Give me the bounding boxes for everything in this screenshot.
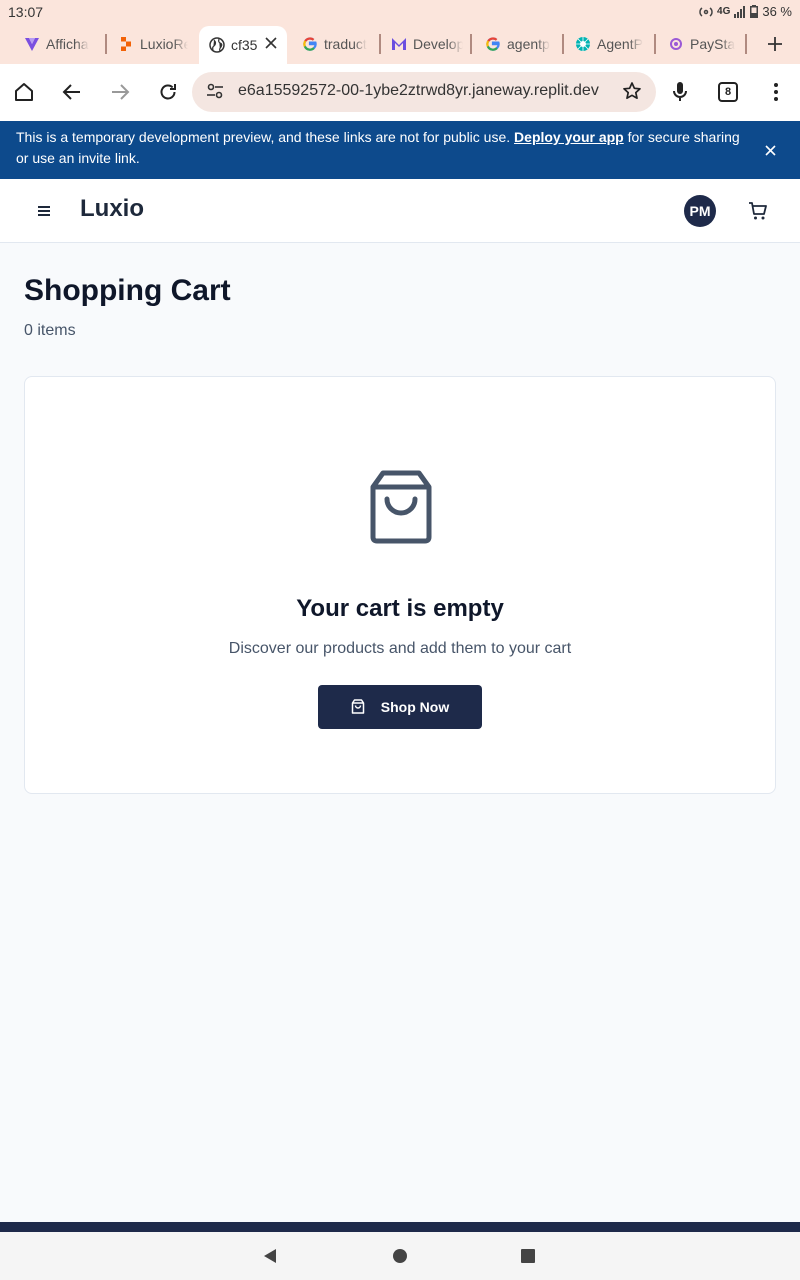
tab-label: Afficha [46, 36, 89, 52]
deploy-app-link[interactable]: Deploy your app [514, 129, 624, 145]
banner-close-button[interactable] [760, 140, 780, 160]
site-footer-edge [0, 1222, 800, 1232]
shopping-bag-icon [351, 699, 365, 714]
vuetify-icon [24, 36, 40, 52]
address-bar[interactable]: e6a15592572-00-1ybe2ztrwd8yr.janeway.rep… [192, 72, 656, 112]
google-icon [302, 36, 318, 52]
agent-icon [575, 36, 591, 52]
system-nav-bar [0, 1232, 800, 1280]
page-title: Shopping Cart [24, 274, 231, 307]
replit-icon [118, 36, 134, 52]
browser-menu-button[interactable] [758, 74, 794, 110]
new-tab-button[interactable] [760, 30, 790, 58]
triangle-back-icon [264, 1249, 276, 1263]
status-time: 13:07 [8, 4, 44, 20]
tab-divider [379, 34, 381, 54]
shopping-bag-icon [365, 467, 437, 547]
shopping-cart-icon [749, 202, 767, 220]
tab-divider [654, 34, 656, 54]
voice-search-button[interactable] [662, 74, 698, 110]
more-vert-icon [774, 83, 778, 101]
reload-button[interactable] [150, 74, 186, 110]
battery-level: 36 % [762, 4, 792, 19]
tab-developer[interactable]: Develop [391, 27, 463, 61]
app-header: Luxio PM [0, 179, 800, 243]
bookmark-star-icon[interactable] [622, 81, 642, 106]
plus-icon [768, 37, 782, 51]
close-tab-icon[interactable] [265, 36, 277, 52]
tab-label: agentp [507, 36, 550, 52]
nav-back-button[interactable] [260, 1246, 280, 1266]
home-icon [15, 83, 33, 101]
status-indicators: 4G 36 % [699, 4, 792, 19]
tab-divider [562, 34, 564, 54]
dev-preview-banner: This is a temporary development preview,… [0, 121, 800, 179]
tab-affichage[interactable]: Afficha [24, 27, 100, 61]
signal-icon [734, 5, 746, 18]
browser-toolbar: e6a15592572-00-1ybe2ztrwd8yr.janeway.rep… [0, 64, 800, 121]
network-type: 4G [717, 6, 731, 17]
tab-label: AgentP [597, 36, 643, 52]
tab-label: traduct [324, 36, 367, 52]
back-button[interactable] [54, 74, 90, 110]
tab-paystack[interactable]: PaySta [668, 27, 738, 61]
tab-label: cf35 [231, 37, 258, 53]
forward-button[interactable] [102, 74, 138, 110]
tab-active-cf35[interactable]: cf35 [199, 26, 287, 64]
url-text: e6a15592572-00-1ybe2ztrwd8yr.janeway.rep… [238, 82, 599, 99]
tab-traduction[interactable]: traduct [302, 27, 372, 61]
square-recents-icon [521, 1249, 535, 1263]
shop-now-label: Shop Now [380, 699, 450, 715]
arrow-right-icon [112, 84, 130, 100]
tab-agentp-search[interactable]: agentp [485, 27, 553, 61]
tab-divider [470, 34, 472, 54]
empty-cart-title: Your cart is empty [296, 595, 504, 622]
mailchimp-icon [391, 36, 407, 52]
hamburger-icon [38, 206, 50, 216]
close-icon [764, 144, 776, 156]
user-avatar[interactable]: PM [684, 195, 716, 227]
reload-icon [160, 84, 176, 100]
tab-divider [105, 34, 107, 54]
tab-count: 8 [718, 82, 738, 102]
tab-switcher-button[interactable]: 8 [710, 74, 746, 110]
tab-strip: Afficha LuxioRe cf35 traduct Develop age… [0, 24, 800, 64]
site-settings-icon[interactable] [206, 82, 224, 105]
nav-recents-button[interactable] [518, 1246, 538, 1266]
brand-logo[interactable]: Luxio [80, 195, 144, 223]
tab-label: Develop [413, 36, 463, 52]
tab-luxio-replit[interactable]: LuxioRe [118, 27, 188, 61]
home-button[interactable] [6, 74, 42, 110]
status-bar: 13:07 4G 36 % [0, 0, 800, 24]
tab-agentp[interactable]: AgentP [575, 27, 647, 61]
shop-now-button[interactable]: Shop Now [318, 685, 482, 729]
paystack-icon [668, 36, 684, 52]
globe-icon [209, 37, 225, 53]
nav-home-button[interactable] [390, 1246, 410, 1266]
empty-cart-card: Your cart is empty Discover our products… [24, 376, 776, 794]
tab-label: LuxioRe [140, 36, 188, 52]
arrow-left-icon [62, 84, 80, 100]
tab-divider [745, 34, 747, 54]
menu-button[interactable] [32, 201, 56, 221]
tab-label: PaySta [690, 36, 736, 52]
battery-icon [750, 5, 759, 18]
cart-item-count: 0 items [24, 322, 76, 339]
empty-cart-subtitle: Discover our products and add them to yo… [228, 640, 572, 657]
banner-text: This is a temporary development preview,… [16, 129, 515, 145]
circle-home-icon [393, 1249, 407, 1263]
cart-button[interactable] [746, 199, 770, 223]
google-icon [485, 36, 501, 52]
microphone-icon [673, 82, 687, 101]
hotspot-icon [699, 6, 713, 17]
